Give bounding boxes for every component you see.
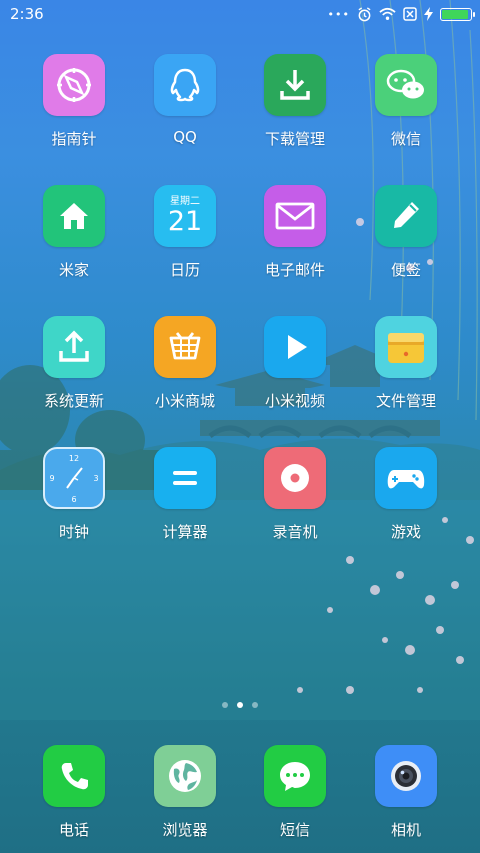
globe-icon (154, 745, 216, 807)
app-system-update[interactable]: 系统更新 (19, 316, 129, 411)
alarm-icon (357, 6, 372, 22)
mail-icon (264, 185, 326, 247)
app-calculator[interactable]: 计算器 (130, 447, 240, 542)
pencil-icon (375, 185, 437, 247)
page-dot[interactable] (222, 702, 228, 708)
app-label: 时钟 (58, 523, 89, 541)
app-mi-video[interactable]: 小米视频 (240, 316, 350, 411)
calculator-icon (154, 447, 216, 509)
app-clock[interactable]: 12 3 6 9 时钟 (19, 447, 129, 542)
status-time: 2:36 (10, 5, 44, 23)
folder-icon (375, 316, 437, 378)
battery-icon (440, 7, 475, 21)
app-label: 短信 (279, 821, 310, 839)
app-wechat[interactable]: 微信 (351, 54, 461, 149)
calendar-icon: 星期二 21 (154, 185, 216, 247)
calendar-day: 21 (167, 205, 203, 237)
app-label: 文件管理 (375, 392, 436, 410)
app-label: 游戏 (390, 523, 421, 541)
app-notes[interactable]: 便签 (351, 185, 461, 280)
app-label: 下载管理 (264, 130, 325, 148)
app-download-manager[interactable]: 下载管理 (240, 54, 350, 149)
compass-icon (43, 54, 105, 116)
clock-icon: 12 3 6 9 (43, 447, 105, 509)
clock-three: 3 (93, 474, 98, 483)
app-phone[interactable]: 电话 (19, 745, 129, 840)
app-games[interactable]: 游戏 (351, 447, 461, 542)
clock-nine: 9 (49, 474, 54, 483)
app-label: 小米视频 (264, 392, 325, 410)
app-label: 浏览器 (162, 821, 208, 839)
app-label: 录音机 (272, 523, 318, 541)
page-dot-active[interactable] (237, 702, 243, 708)
clock-twelve: 12 (69, 454, 79, 463)
app-label: 指南针 (51, 130, 97, 148)
app-label: 日历 (169, 261, 200, 279)
play-icon (264, 316, 326, 378)
app-camera[interactable]: 相机 (351, 745, 461, 840)
app-label: 电话 (58, 821, 89, 839)
app-email[interactable]: 电子邮件 (240, 185, 350, 280)
app-label: 微信 (390, 130, 421, 148)
app-mi-store[interactable]: 小米商城 (130, 316, 240, 411)
app-file-manager[interactable]: 文件管理 (351, 316, 461, 411)
app-label: 便签 (390, 261, 421, 279)
app-calendar[interactable]: 星期二 21 日历 (130, 185, 240, 280)
app-mijia[interactable]: 米家 (19, 185, 129, 280)
download-icon (264, 54, 326, 116)
recorder-icon (264, 447, 326, 509)
app-label: 小米商城 (154, 392, 215, 410)
no-sim-icon (403, 7, 417, 21)
message-icon (264, 745, 326, 807)
app-label: 系统更新 (43, 392, 104, 410)
app-label: 电子邮件 (264, 261, 325, 279)
wifi-icon (379, 7, 396, 21)
basket-icon (154, 316, 216, 378)
qq-penguin-icon (154, 54, 216, 116)
page-indicator[interactable] (0, 702, 480, 708)
wechat-icon (375, 54, 437, 116)
app-browser[interactable]: 浏览器 (130, 745, 240, 840)
app-recorder[interactable]: 录音机 (240, 447, 350, 542)
clock-six: 6 (71, 495, 76, 504)
more-dots-icon: ••• (327, 7, 350, 21)
app-messages[interactable]: 短信 (240, 745, 350, 840)
app-label: 相机 (390, 821, 421, 839)
app-compass[interactable]: 指南针 (19, 54, 129, 149)
app-label: QQ (173, 128, 197, 146)
status-bar: 2:36 ••• (0, 0, 480, 28)
charging-icon (424, 7, 433, 21)
gamepad-icon (375, 447, 437, 509)
app-label: 计算器 (162, 523, 208, 541)
upload-icon (43, 316, 105, 378)
app-qq[interactable]: QQ (130, 54, 240, 146)
phone-icon (43, 745, 105, 807)
page-dot[interactable] (252, 702, 258, 708)
app-label: 米家 (58, 261, 89, 279)
home-icon (43, 185, 105, 247)
calendar-weekday: 星期二 (170, 195, 200, 207)
camera-icon (375, 745, 437, 807)
